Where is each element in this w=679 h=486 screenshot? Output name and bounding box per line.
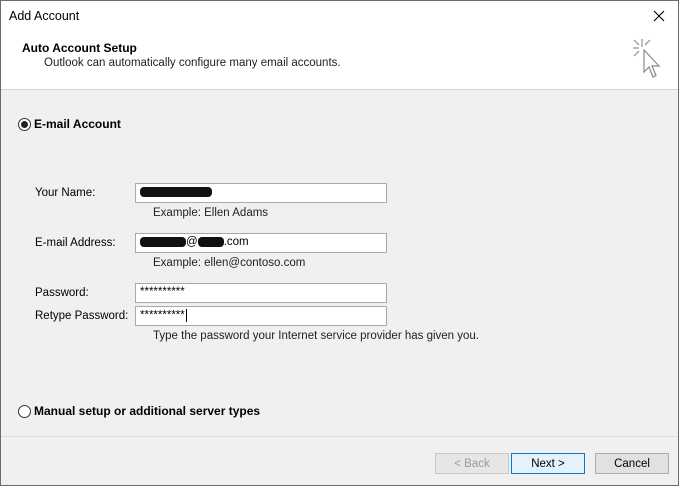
window-title: Add Account	[9, 9, 80, 23]
page-subtitle: Outlook can automatically configure many…	[44, 57, 341, 69]
email-address-input[interactable]: @ .com	[135, 233, 387, 253]
title-bar: Add Account	[1, 1, 678, 32]
add-account-dialog: Add Account Auto Account Setup Outlook c…	[0, 0, 679, 486]
your-name-input[interactable]	[135, 183, 387, 203]
retype-password-input[interactable]: **********	[135, 306, 387, 326]
password-input[interactable]: **********	[135, 283, 387, 303]
back-button[interactable]: < Back	[435, 453, 509, 474]
password-value: **********	[140, 286, 185, 298]
password-label: Password:	[35, 287, 89, 299]
cancel-button[interactable]: Cancel	[595, 453, 669, 474]
retype-password-value: **********	[140, 309, 185, 322]
redacted-text	[197, 236, 224, 247]
email-account-label: E-mail Account	[34, 117, 121, 131]
email-suffix: .com	[223, 236, 249, 248]
your-name-example: Example: Ellen Adams	[153, 207, 269, 219]
close-icon	[653, 10, 665, 22]
email-address-example: Example: ellen@contoso.com	[153, 257, 306, 269]
redacted-text	[140, 186, 212, 197]
footer-divider	[1, 436, 678, 437]
email-account-radio[interactable]	[18, 117, 31, 131]
manual-setup-label: Manual setup or additional server types	[34, 404, 261, 418]
manual-setup-option[interactable]: Manual setup or additional server types	[18, 404, 260, 418]
retype-password-label: Retype Password:	[35, 310, 129, 322]
email-address-label: E-mail Address:	[35, 237, 116, 249]
redacted-text	[140, 236, 186, 247]
email-account-option[interactable]: E-mail Account	[18, 117, 121, 131]
cursor-sparkle-icon	[633, 39, 661, 78]
text-caret	[185, 309, 187, 322]
page-title: Auto Account Setup	[22, 41, 137, 55]
next-button[interactable]: Next >	[511, 453, 585, 474]
email-at: @	[186, 236, 198, 248]
your-name-label: Your Name:	[35, 187, 96, 199]
manual-setup-radio[interactable]	[18, 404, 31, 418]
close-button[interactable]	[642, 1, 676, 31]
password-hint: Type the password your Internet service …	[153, 330, 480, 342]
wizard-header: Auto Account Setup Outlook can automatic…	[1, 32, 678, 90]
